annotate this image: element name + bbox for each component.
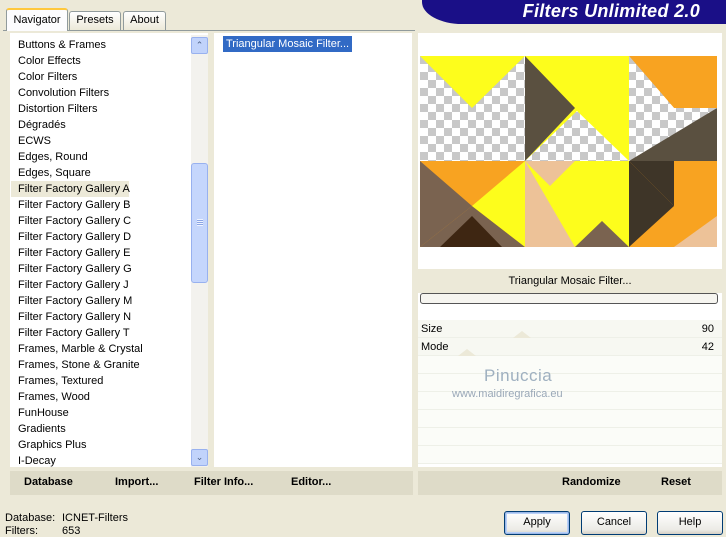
category-item[interactable]: Frames, Wood [11,389,191,405]
filter-item-selected[interactable]: Triangular Mosaic Filter... [223,36,353,52]
category-item[interactable]: Filter Factory Gallery J [11,277,191,293]
param-row-empty [418,410,722,428]
scroll-down-button[interactable]: ⌄ [191,449,208,466]
filter-info-button[interactable]: Filter Info... [194,476,253,488]
slider-thumb[interactable] [513,331,531,338]
watermark-url: www.maidiregrafica.eu [452,388,563,400]
scroll-thumb[interactable] [191,163,208,283]
status-database-value: ICNET-Filters [62,512,128,524]
current-filter-name: Triangular Mosaic Filter... [418,269,722,293]
param-row-empty [418,356,722,374]
category-item[interactable]: Frames, Textured [11,373,191,389]
status-database-label: Database: [5,512,56,524]
category-item[interactable]: Filter Factory Gallery M [11,293,191,309]
left-action-bar: Database Import... Filter Info... Editor… [10,471,413,495]
category-item[interactable]: Graphics Plus [11,437,191,453]
grip-icon [197,219,203,226]
watermark-name: Pinuccia [484,366,553,385]
category-item[interactable]: Edges, Round [11,149,191,165]
progress-bar [420,293,718,304]
category-item[interactable]: ECWS [11,133,191,149]
status-filters-label: Filters: [5,525,38,537]
param-label: Mode [421,341,449,353]
panel-divider[interactable] [209,33,213,467]
category-item[interactable]: Dégradés [11,117,191,133]
status-filters-value: 653 [62,525,81,537]
app-title: Filters Unlimited 2.0 [522,1,700,21]
param-label: Size [421,323,443,335]
category-item[interactable]: Convolution Filters [11,85,191,101]
right-action-bar: Randomize Reset [418,471,722,495]
category-item[interactable]: Filter Factory Gallery B [11,197,191,213]
category-item[interactable]: Frames, Stone & Granite [11,357,191,373]
database-button[interactable]: Database [24,476,73,488]
category-item[interactable]: Edges, Square [11,165,191,181]
filter-list-panel: Triangular Mosaic Filter... [214,33,412,467]
category-item[interactable]: Gradients [11,421,191,437]
tab-about[interactable]: About [123,11,166,30]
category-item[interactable]: I-Decay [11,453,191,469]
preview-panel: Triangular Mosaic Filter... Size 90 Mode… [418,33,722,467]
param-row-size[interactable]: Size 90 [418,320,722,338]
category-item[interactable]: Filter Factory Gallery E [11,245,191,261]
category-item[interactable]: Filter Factory Gallery A [11,181,130,197]
param-row-empty [418,446,722,464]
tab-navigator[interactable]: Navigator [6,8,68,31]
category-item[interactable]: Buttons & Frames [11,37,191,53]
chevron-down-icon: ⌄ [195,452,204,462]
preview-image [420,56,717,247]
editor-button[interactable]: Editor... [291,476,331,488]
category-item[interactable]: FunHouse [11,405,191,421]
param-row-empty [418,428,722,446]
category-item[interactable]: Filter Factory Gallery G [11,261,191,277]
reset-button[interactable]: Reset [661,476,691,488]
category-item[interactable]: Color Effects [11,53,191,69]
category-scrollbar[interactable]: ⌃ ⌄ [191,35,208,467]
category-list[interactable]: Buttons & Frames Color Effects Color Filte… [11,37,191,469]
header-banner: Filters Unlimited 2.0 [422,0,726,24]
tab-presets[interactable]: Presets [69,11,121,30]
category-list-panel: Buttons & Frames Color Effects Color Filte… [10,33,208,467]
slider-thumb[interactable] [458,349,476,356]
apply-button[interactable]: Apply [504,511,570,535]
category-item[interactable]: Filter Factory Gallery T [11,325,191,341]
param-value: 90 [701,323,714,335]
help-button[interactable]: Help [657,511,723,535]
category-item[interactable]: Filter Factory Gallery D [11,229,191,245]
param-row-mode[interactable]: Mode 42 [418,338,722,356]
category-item[interactable]: Frames, Marble & Crystal [11,341,191,357]
cancel-button[interactable]: Cancel [581,511,647,535]
import-button[interactable]: Import... [115,476,158,488]
chevron-up-icon: ⌃ [195,40,204,50]
category-item[interactable]: Filter Factory Gallery N [11,309,191,325]
scroll-up-button[interactable]: ⌃ [191,37,208,54]
category-item[interactable]: Distortion Filters [11,101,191,117]
param-value: 42 [701,341,714,353]
randomize-button[interactable]: Randomize [562,476,621,488]
category-item[interactable]: Color Filters [11,69,191,85]
category-item[interactable]: Filter Factory Gallery C [11,213,191,229]
